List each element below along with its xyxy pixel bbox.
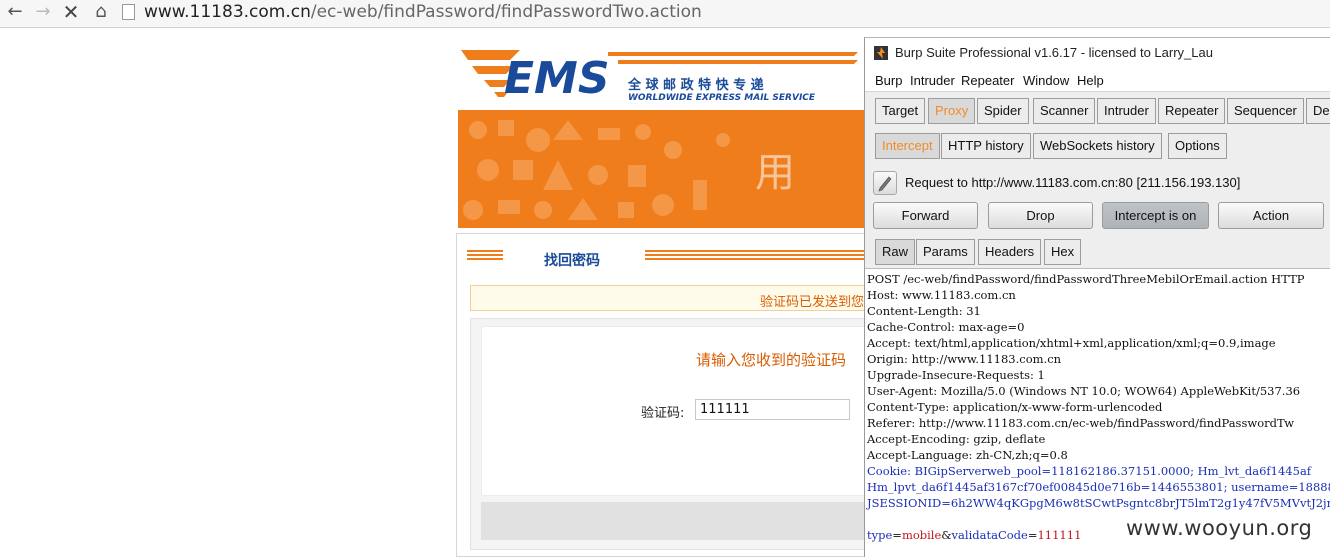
menu-intruder[interactable]: Intruder [910, 73, 955, 88]
menu-window[interactable]: Window [1023, 73, 1069, 88]
ems-logo-text: EMS [504, 53, 610, 104]
raw-line: POST /ec-web/findPassword/findPasswordTh… [867, 272, 1305, 286]
raw-body-line: type=mobile&validataCode=111111 [867, 528, 1081, 542]
tab-proxy[interactable]: Proxy [928, 98, 976, 124]
edit-pencil-icon[interactable] [873, 171, 897, 195]
submit-area [481, 502, 868, 540]
raw-line: Content-Length: 31 [867, 304, 981, 318]
intercept-toggle-button[interactable]: Intercept is on [1102, 202, 1209, 229]
browser-toolbar: ← → ✕ ⌂ www.11183.com.cn/ec-web/findPass… [0, 0, 1330, 28]
forward-button[interactable]: Forward [873, 202, 978, 229]
verification-prompt: 请输入您收到的验证码 [696, 351, 847, 369]
equals-sign: = [892, 528, 902, 542]
tab-decoder[interactable]: Dec [1306, 98, 1330, 124]
request-target-info: Request to http://www.11183.com.cn:80 [2… [905, 175, 1241, 190]
tab-intruder[interactable]: Intruder [1097, 98, 1156, 124]
tab-sequencer[interactable]: Sequencer [1227, 98, 1304, 124]
stop-icon[interactable]: ✕ [58, 0, 84, 26]
code-label: 验证码: [641, 406, 685, 421]
notice-text: 验证码已发送到您手 [760, 295, 878, 310]
raw-cookie-line: Cookie: BIGipServerweb_pool=118162186.37… [867, 464, 1312, 478]
page-icon [122, 4, 135, 20]
tab-params[interactable]: Params [916, 239, 975, 265]
raw-line: Host: www.11183.com.cn [867, 288, 1016, 302]
tab-websockets-history[interactable]: WebSockets history [1033, 133, 1162, 159]
tab-headers[interactable]: Headers [978, 239, 1042, 265]
raw-line: Accept-Encoding: gzip, deflate [867, 432, 1046, 446]
home-icon[interactable]: ⌂ [88, 0, 114, 26]
ems-logo: EMS 全 球 邮 政 特 快 专 递 WORLDWIDE EXPRESS MA… [458, 40, 868, 110]
forward-arrow-icon[interactable]: → [30, 0, 56, 26]
burp-titlebar: Burp Suite Professional v1.6.17 - licens… [865, 38, 1330, 68]
action-button[interactable]: Action [1218, 202, 1324, 229]
watermark: www.wooyun.org [1126, 516, 1313, 540]
tab-intercept[interactable]: Intercept [875, 133, 940, 159]
menu-repeater[interactable]: Repeater [961, 73, 1014, 88]
raw-line: Accept: text/html,application/xhtml+xml,… [867, 336, 1276, 350]
ems-wing-logo-icon: EMS 全 球 邮 政 特 快 专 递 WORLDWIDE EXPRESS MA… [461, 50, 858, 104]
form-title: 找回密码 [544, 253, 600, 269]
url-host: www.11183.com.cn [144, 2, 311, 22]
param-value: mobile [901, 528, 942, 542]
raw-line: Content-Type: application/x-www-form-url… [867, 400, 1163, 414]
url-path: /ec-web/findPassword/findPasswordTwo.act… [310, 2, 702, 22]
ems-logo-cn: 全 球 邮 政 特 快 专 递 [627, 77, 764, 93]
ems-banner [458, 110, 868, 228]
menu-burp[interactable]: Burp [875, 73, 902, 88]
tab-options[interactable]: Options [1168, 133, 1227, 159]
ems-logo-en: WORLDWIDE EXPRESS MAIL SERVICE [628, 93, 816, 103]
raw-line: Upgrade-Insecure-Requests: 1 [867, 368, 1045, 382]
tab-repeater[interactable]: Repeater [1158, 98, 1226, 124]
burp-title: Burp Suite Professional v1.6.17 - licens… [895, 45, 1213, 60]
drop-button[interactable]: Drop [988, 202, 1093, 229]
title-stripes-left [467, 250, 503, 262]
burp-menu-bar: Burp Intruder Repeater Window Help [865, 68, 1330, 92]
tab-scanner[interactable]: Scanner [1033, 98, 1096, 124]
tab-raw[interactable]: Raw [875, 239, 916, 265]
raw-request-editor[interactable]: POST /ec-web/findPassword/findPasswordTh… [865, 268, 1330, 557]
back-arrow-icon[interactable]: ← [2, 0, 28, 26]
raw-line: Cache-Control: max-age=0 [867, 320, 1025, 334]
address-bar[interactable]: www.11183.com.cn/ec-web/findPassword/fin… [144, 2, 702, 22]
param-name: type [867, 528, 893, 542]
verification-code-input[interactable]: 111111 [695, 399, 850, 420]
raw-line: Accept-Language: zh-CN,zh;q=0.8 [867, 448, 1068, 462]
raw-line: Origin: http://www.11183.com.cn [867, 352, 1062, 366]
raw-line: Referer: http://www.11183.com.cn/ec-web/… [867, 416, 1295, 430]
raw-cookie-line: JSESSIONID=6h2WW4qKGpgM6w8tSCwtPsgntc8br… [867, 496, 1330, 510]
ampersand: & [941, 528, 952, 542]
menu-help[interactable]: Help [1077, 73, 1104, 88]
param-value: 111111 [1037, 528, 1082, 542]
banner-character: 用 [755, 150, 795, 196]
title-stripes-right [645, 250, 868, 262]
banner-pattern-icon [463, 120, 730, 220]
raw-cookie-line: Hm_lpvt_da6f1445af3167cf70ef00845d0e716b… [867, 480, 1330, 494]
param-name: validataCode [951, 528, 1028, 542]
raw-line: User-Agent: Mozilla/5.0 (Windows NT 10.0… [867, 384, 1301, 398]
tab-http-history[interactable]: HTTP history [941, 133, 1031, 159]
tab-spider[interactable]: Spider [977, 98, 1029, 124]
burp-logo-icon [874, 46, 888, 60]
tab-target[interactable]: Target [875, 98, 926, 124]
tab-hex[interactable]: Hex [1044, 239, 1082, 265]
burp-suite-window: Burp Suite Professional v1.6.17 - licens… [864, 37, 1330, 557]
